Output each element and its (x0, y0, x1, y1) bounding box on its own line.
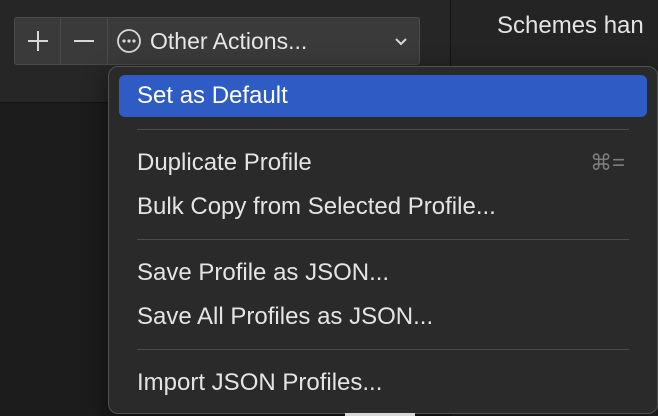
menu-item-label: Bulk Copy from Selected Profile... (137, 193, 496, 220)
other-actions-button[interactable]: Other Actions... (107, 17, 420, 65)
menu-item-bulk-copy[interactable]: Bulk Copy from Selected Profile... (119, 186, 647, 228)
menu-separator (137, 349, 629, 350)
menu-item-label: Import JSON Profiles... (137, 369, 383, 396)
app-window: Schemes han Other Actions... Set as Defa… (0, 0, 658, 416)
menu-item-label: Set as Default (137, 82, 288, 109)
other-actions-menu: Set as Default Duplicate Profile ⌘= Bulk… (108, 66, 658, 414)
menu-item-import-json-profiles[interactable]: Import JSON Profiles... (119, 362, 647, 404)
plus-icon (27, 31, 48, 51)
ellipsis-circle-icon (117, 29, 141, 53)
menu-item-label: Save Profile as JSON... (137, 259, 390, 286)
menu-item-duplicate-profile[interactable]: Duplicate Profile ⌘= (119, 142, 647, 184)
remove-profile-button[interactable] (60, 17, 108, 65)
menu-item-save-profile-json[interactable]: Save Profile as JSON... (119, 252, 647, 294)
minus-icon (74, 40, 94, 42)
chevron-down-icon (395, 38, 407, 46)
other-actions-label: Other Actions... (150, 27, 308, 54)
keyboard-shortcut: ⌘= (590, 150, 625, 175)
menu-item-label: Save All Profiles as JSON... (137, 303, 434, 330)
menu-separator (137, 129, 629, 130)
menu-separator (137, 239, 629, 240)
menu-item-set-as-default[interactable]: Set as Default (119, 75, 647, 117)
panel-heading: Schemes han (497, 12, 644, 39)
add-profile-button[interactable] (14, 17, 61, 65)
menu-item-save-all-profiles-json[interactable]: Save All Profiles as JSON... (119, 296, 647, 338)
menu-item-label: Duplicate Profile (137, 149, 312, 176)
